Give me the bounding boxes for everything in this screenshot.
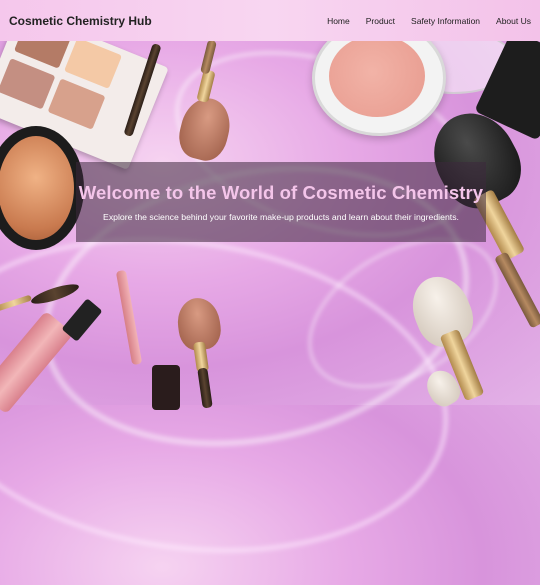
hero-subtitle: Explore the science behind your favorite… bbox=[103, 212, 459, 222]
powder-brush-handle-image bbox=[494, 251, 540, 329]
nav-safety-information-link[interactable]: Safety Information bbox=[411, 16, 480, 26]
nav-home-link[interactable]: Home bbox=[327, 16, 350, 26]
hero-banner: Welcome to the World of Cosmetic Chemist… bbox=[76, 162, 486, 242]
lip-gloss-bottle-image bbox=[152, 365, 180, 410]
main-nav: Home Product Safety Information About Us bbox=[311, 16, 531, 26]
nav-product-link[interactable]: Product bbox=[366, 16, 395, 26]
nav-about-us-link[interactable]: About Us bbox=[496, 16, 531, 26]
site-header: Cosmetic Chemistry Hub Home Product Safe… bbox=[0, 0, 540, 41]
site-brand[interactable]: Cosmetic Chemistry Hub bbox=[9, 14, 152, 28]
hero-title: Welcome to the World of Cosmetic Chemist… bbox=[78, 182, 484, 203]
